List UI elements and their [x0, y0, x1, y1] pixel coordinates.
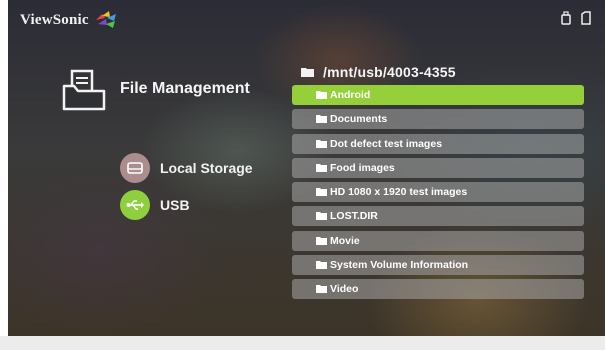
folder-label: Android [330, 89, 371, 101]
folder-list: Android Documents Dot defect test images… [292, 85, 584, 304]
folder-icon [316, 285, 327, 294]
folder-item-video[interactable]: Video [292, 279, 584, 300]
folder-item-android[interactable]: Android [292, 85, 584, 105]
folder-label: Video [330, 283, 359, 296]
folder-label: Dot defect test images [330, 137, 443, 150]
usb-icon [120, 190, 150, 220]
folder-icon [316, 212, 327, 221]
folder-item-movie[interactable]: Movie [292, 230, 584, 251]
folder-label: Food images [330, 161, 395, 174]
storage-local-label: Local Storage [160, 160, 253, 176]
birds-logo-icon [95, 11, 116, 28]
folder-icon [316, 91, 327, 99]
folder-icon [301, 68, 314, 77]
folder-item-food-images[interactable]: Food images [292, 157, 584, 178]
folder-label: HD 1080 x 1920 test images [330, 186, 468, 199]
projector-screen: ViewSonic File Management Local Storage … [8, 0, 605, 336]
folder-item-system-volume[interactable]: System Volume Information [292, 255, 584, 276]
current-path: /mnt/usb/4003-4355 [323, 64, 456, 80]
folder-icon [316, 188, 327, 197]
brand-logo: ViewSonic [20, 9, 120, 31]
usb-drive-icon [561, 11, 571, 25]
storage-usb[interactable]: USB [120, 190, 190, 220]
folder-label: System Volume Information [330, 259, 469, 272]
page-title: File Management [120, 80, 250, 97]
breadcrumb: /mnt/usb/4003-4355 [301, 64, 456, 80]
hard-disk-icon [120, 153, 150, 183]
sd-card-icon [581, 11, 591, 25]
folder-icon [316, 236, 327, 245]
folder-icon [316, 261, 327, 270]
status-bar [561, 11, 591, 25]
brand-name: ViewSonic [20, 11, 89, 28]
storage-local[interactable]: Local Storage [120, 153, 253, 183]
folder-label: Movie [330, 234, 360, 247]
folder-item-dot-defect[interactable]: Dot defect test images [292, 133, 584, 154]
photo-border [0, 336, 605, 350]
folder-item-documents[interactable]: Documents [292, 109, 584, 130]
folder-icon [316, 115, 327, 124]
folder-icon [316, 163, 327, 172]
folder-label: Documents [330, 113, 388, 126]
folder-file-icon [62, 69, 106, 111]
folder-item-lost-dir[interactable]: LOST.DIR [292, 206, 584, 227]
folder-item-hd-test-images[interactable]: HD 1080 x 1920 test images [292, 182, 584, 203]
folder-icon [316, 139, 327, 148]
folder-label: LOST.DIR [330, 210, 378, 223]
storage-usb-label: USB [160, 197, 190, 213]
